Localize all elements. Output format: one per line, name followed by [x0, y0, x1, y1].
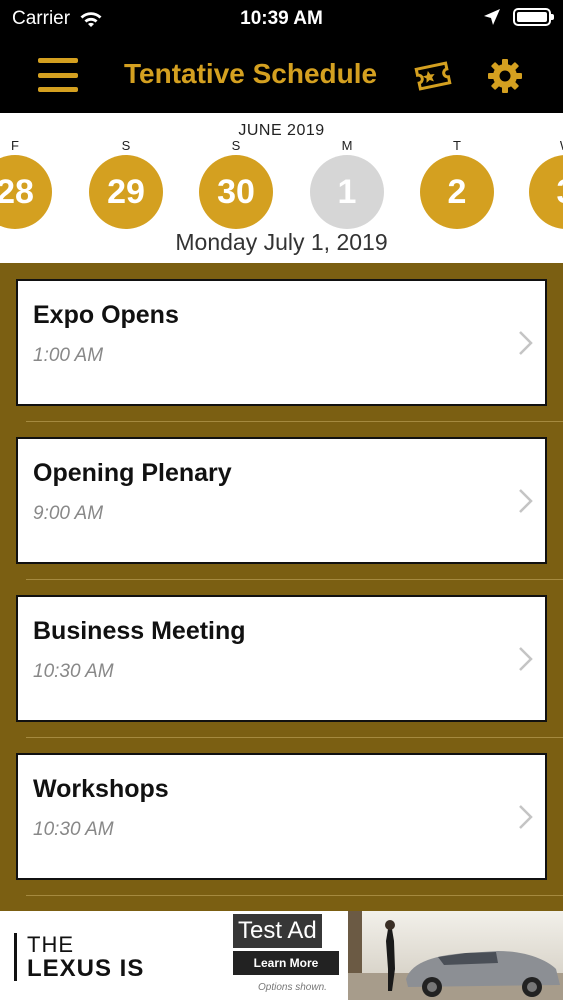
chevron-right-icon — [519, 647, 533, 671]
event-card[interactable]: Workshops 10:30 AM — [16, 753, 547, 880]
event-title: Business Meeting — [33, 617, 246, 645]
weekday-letter: T — [453, 138, 461, 153]
gear-icon[interactable] — [487, 58, 523, 94]
status-indicators — [483, 8, 554, 26]
weekday-letter: S — [121, 138, 131, 153]
learn-more-button[interactable]: Learn More — [233, 951, 339, 975]
status-time: 10:39 AM — [240, 8, 323, 29]
ad-brand-line1: THE — [27, 932, 74, 957]
event-list: Expo Opens 1:00 AM Opening Plenary 9:00 … — [0, 263, 563, 911]
weekday-letter: W — [528, 139, 563, 153]
divider — [26, 737, 563, 738]
event-card[interactable]: Expo Opens 1:00 AM — [16, 279, 547, 406]
event-title: Expo Opens — [33, 301, 179, 329]
location-arrow-icon — [484, 9, 500, 25]
chevron-right-icon — [519, 805, 533, 829]
weekday-letter: M — [341, 138, 353, 153]
hamburger-menu-icon[interactable] — [38, 58, 78, 92]
day-item[interactable]: W 3 — [528, 139, 563, 229]
day-number: 3 — [529, 155, 563, 229]
ticket-icon[interactable] — [414, 58, 452, 94]
ad-disclaimer: Options shown. — [258, 982, 327, 993]
selected-date-label: Monday July 1, 2019 — [175, 229, 388, 255]
chevron-right-icon — [519, 489, 533, 513]
event-title: Workshops — [33, 775, 169, 803]
month-label: JUNE 2019 — [238, 122, 325, 139]
event-time: 10:30 AM — [33, 661, 114, 682]
divider — [26, 895, 563, 896]
status-bar: Carrier 10:39 AM — [0, 0, 563, 38]
day-number: 28 — [0, 155, 52, 229]
event-title: Opening Plenary — [33, 459, 232, 487]
day-number: 29 — [89, 155, 163, 229]
day-item[interactable]: F 28 — [0, 139, 53, 229]
day-number: 2 — [420, 155, 494, 229]
day-number: 30 — [199, 155, 273, 229]
event-time: 10:30 AM — [33, 819, 114, 840]
weekday-letter: S — [231, 138, 241, 153]
battery-icon — [513, 8, 554, 26]
ad-car-image — [348, 911, 563, 1000]
page-title: Tentative Schedule — [124, 58, 378, 89]
nav-header: Tentative Schedule — [0, 38, 563, 113]
day-item-selected[interactable]: M 1 — [309, 139, 385, 229]
event-time: 1:00 AM — [33, 345, 104, 366]
date-picker: JUNE 2019 F 28 S 29 S 30 M 1 T 2 W 3 Mon… — [0, 113, 563, 263]
test-ad-label: Test Ad — [233, 914, 322, 948]
day-item[interactable]: S 29 — [88, 139, 164, 229]
ad-brand-line2: LEXUS IS — [27, 955, 145, 982]
event-card[interactable]: Opening Plenary 9:00 AM — [16, 437, 547, 564]
event-time: 9:00 AM — [33, 503, 104, 524]
divider — [26, 579, 563, 580]
battery-level — [517, 12, 547, 22]
divider — [26, 421, 563, 422]
ad-banner[interactable]: THE LEXUS IS Test Ad Learn More Options … — [0, 911, 563, 1000]
day-item[interactable]: T 2 — [419, 139, 495, 229]
chevron-right-icon — [519, 331, 533, 355]
event-card[interactable]: Business Meeting 10:30 AM — [16, 595, 547, 722]
weekday-letter: F — [11, 138, 19, 153]
day-number: 1 — [310, 155, 384, 229]
ad-brand-logo: THE LEXUS IS — [14, 933, 144, 981]
day-item[interactable]: S 30 — [198, 139, 274, 229]
